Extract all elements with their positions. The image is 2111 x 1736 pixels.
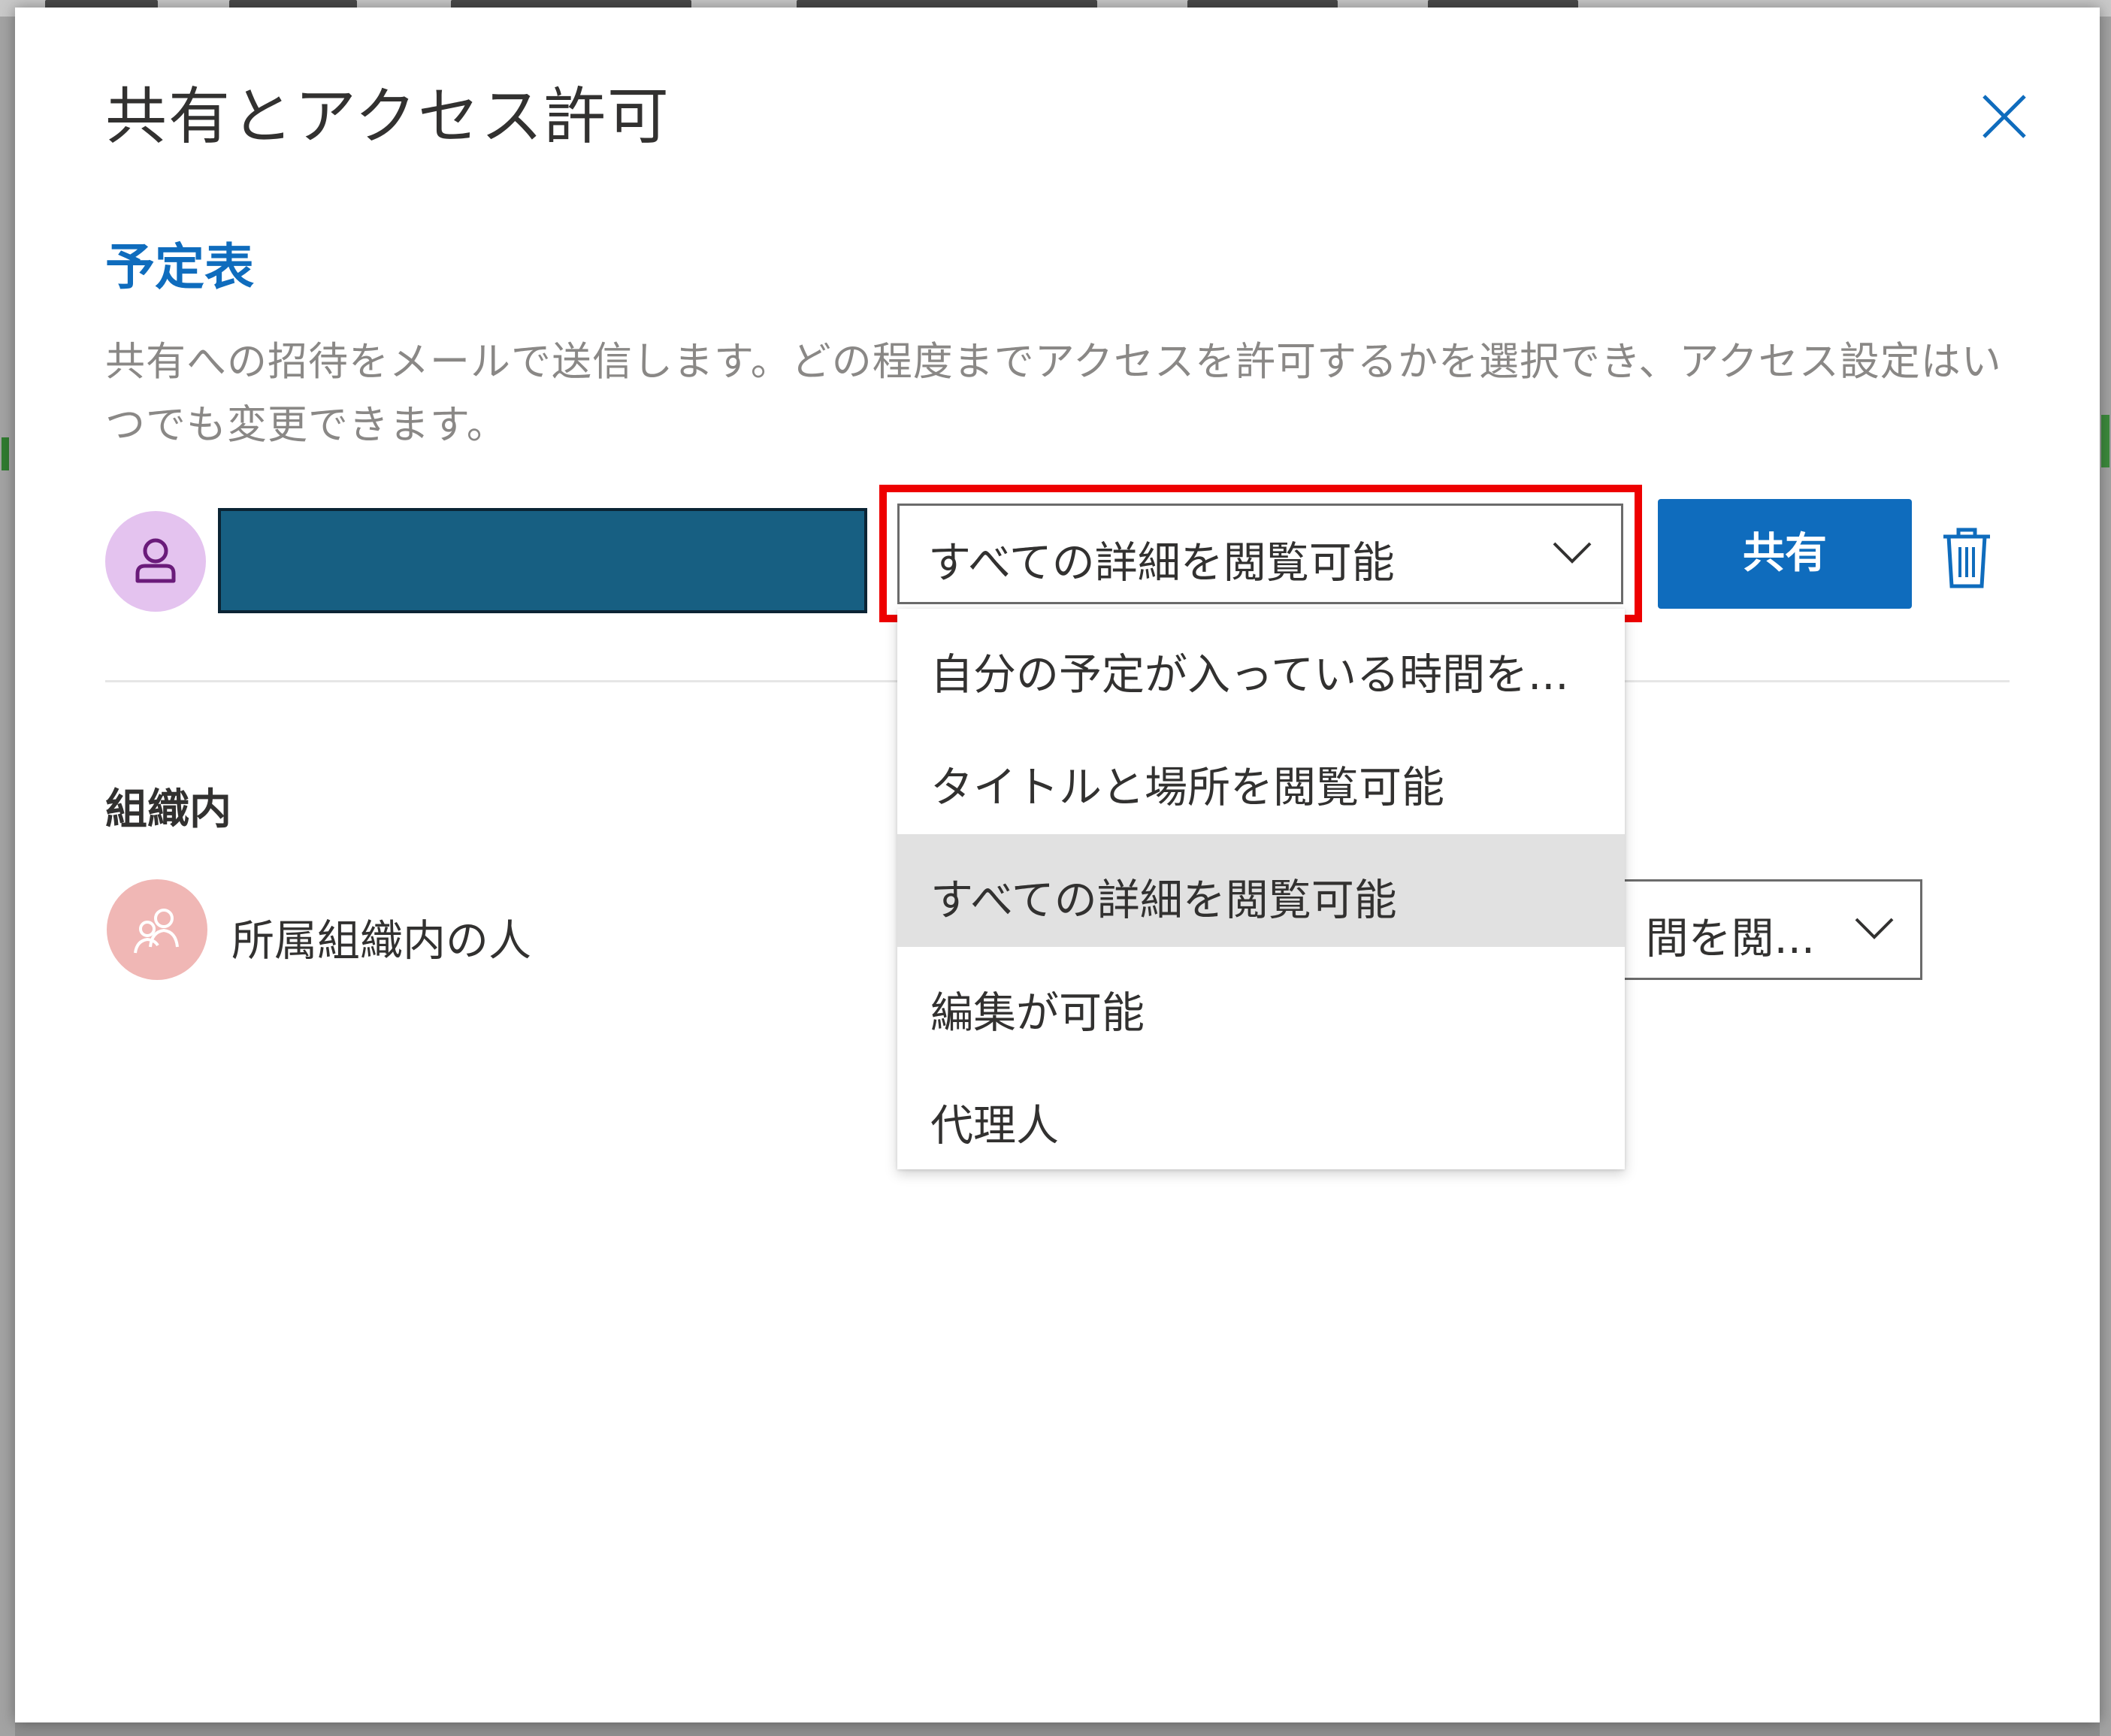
share-description: 共有への招待をメールで送信します。どの程度までアクセスを許可するかを選択でき、ア…	[105, 339, 2002, 448]
close-button[interactable]	[1978, 90, 2031, 143]
permission-option-label: タイトルと場所を閲覧可能	[930, 763, 1444, 812]
organization-permission-value: 間を閲...	[1645, 914, 1815, 963]
chevron-down-icon	[1855, 918, 1894, 939]
permission-option[interactable]: 代理人	[897, 1060, 1625, 1172]
trash-icon	[1943, 528, 1990, 588]
organization-heading: 組織内	[105, 785, 231, 834]
background-right-panel	[2100, 17, 2111, 1736]
permission-option-label: 編集が可能	[930, 988, 1145, 1038]
background-mark	[2101, 415, 2109, 467]
permission-options-list: 自分の予定が入っている時間を... タイトルと場所を閲覧可能 すべての詳細を閲覧…	[897, 609, 1625, 1169]
organization-avatar	[107, 879, 207, 980]
permission-dropdown-value: すべての詳細を閲覧可能	[928, 538, 1395, 588]
permission-option[interactable]: 自分の予定が入っている時間を...	[897, 609, 1625, 721]
recipient-email-field[interactable]	[218, 508, 867, 613]
background-mark	[2, 437, 9, 470]
background-left-panel	[0, 17, 15, 1736]
dialog-title: 共有とアクセス許可	[105, 81, 670, 153]
permission-option-label: 自分の予定が入っている時間を...	[930, 650, 1569, 700]
people-icon	[134, 909, 179, 954]
permission-dropdown[interactable]: すべての詳細を閲覧可能	[897, 504, 1623, 604]
permission-option-label: すべての詳細を閲覧可能	[930, 876, 1397, 925]
organization-label: 所属組織内の人	[231, 916, 531, 966]
person-icon	[135, 538, 176, 583]
chevron-down-icon	[1553, 542, 1592, 564]
close-icon	[1982, 95, 2026, 138]
permission-option-label: 代理人	[930, 1101, 1059, 1151]
permission-option[interactable]: 編集が可能	[897, 947, 1625, 1060]
calendar-name: 予定表	[105, 238, 254, 296]
delete-recipient-button[interactable]	[1939, 526, 1995, 591]
permission-option-selected[interactable]: すべての詳細を閲覧可能	[897, 834, 1625, 947]
permission-option[interactable]: タイトルと場所を閲覧可能	[897, 721, 1625, 834]
share-dialog: 共有とアクセス許可 予定表 共有への招待をメールで送信します。どの程度までアクセ…	[15, 8, 2100, 1722]
share-button[interactable]: 共有	[1658, 499, 1912, 609]
recipient-avatar	[105, 511, 206, 612]
